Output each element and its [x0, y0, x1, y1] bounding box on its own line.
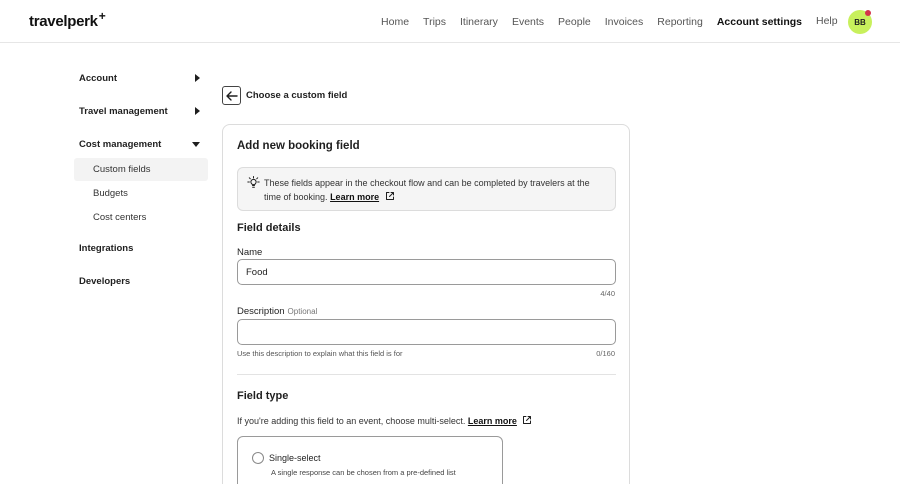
field-type-heading: Field type	[237, 390, 289, 402]
arrow-left-icon	[225, 90, 238, 101]
nav-invoices[interactable]: Invoices	[605, 16, 644, 28]
field-type-description: If you're adding this field to an event,…	[237, 415, 532, 426]
optional-tag: Optional	[287, 307, 318, 316]
nav-trips[interactable]: Trips	[423, 16, 446, 28]
logo-text: travelperk	[29, 13, 98, 30]
description-input[interactable]	[237, 319, 616, 345]
caret-down-icon	[192, 142, 200, 147]
info-banner: These fields appear in the checkout flow…	[237, 167, 616, 211]
back-button[interactable]	[222, 86, 241, 105]
name-char-counter: 4/40	[600, 289, 615, 298]
option-title: Single-select	[269, 453, 321, 463]
description-hint: Use this description to explain what thi…	[237, 349, 403, 358]
sidebar-item-integrations[interactable]: Integrations	[74, 234, 208, 262]
learn-more-link[interactable]: Learn more	[330, 192, 379, 202]
page-title: Add new booking field	[237, 140, 360, 152]
nav-home[interactable]: Home	[381, 16, 409, 28]
caret-right-icon	[195, 74, 200, 82]
sidebar-item-label: Account	[79, 72, 117, 84]
field-details-heading: Field details	[237, 222, 301, 234]
name-input[interactable]	[237, 259, 616, 285]
option-description: A single response can be chosen from a p…	[271, 468, 456, 477]
main-nav: Home Trips Itinerary Events People Invoi…	[381, 0, 802, 43]
lightbulb-icon	[247, 176, 260, 188]
sidebar-item-cost-management[interactable]: Cost management	[74, 130, 208, 158]
notification-dot	[865, 10, 871, 16]
nav-people[interactable]: People	[558, 16, 591, 28]
nav-events[interactable]: Events	[512, 16, 544, 28]
caret-right-icon	[195, 107, 200, 115]
external-link-icon	[385, 192, 394, 200]
nav-account-settings[interactable]: Account settings	[717, 16, 802, 28]
field-type-hint: If you're adding this field to an event,…	[237, 416, 466, 426]
sidebar-item-budgets[interactable]: Budgets	[74, 182, 208, 205]
field-type-learn-more-link[interactable]: Learn more	[468, 416, 517, 426]
description-char-counter: 0/160	[596, 349, 615, 358]
booking-field-form-card: Add new booking field These fields appea…	[222, 124, 630, 484]
sidebar-item-label: Integrations	[79, 242, 134, 254]
top-navigation-bar: travelperk+ Home Trips Itinerary Events …	[0, 0, 900, 43]
info-message: These fields appear in the checkout flow…	[264, 178, 590, 202]
nav-itinerary[interactable]: Itinerary	[460, 16, 498, 28]
sidebar-item-label: Travel management	[79, 105, 168, 117]
single-select-radio[interactable]	[252, 452, 264, 464]
sidebar-item-label: Developers	[79, 275, 131, 287]
description-label: Description Optional	[237, 306, 317, 317]
sidebar-item-label: Cost management	[79, 138, 162, 150]
name-label: Name	[237, 247, 263, 258]
nav-reporting[interactable]: Reporting	[657, 16, 703, 28]
sidebar-item-custom-fields[interactable]: Custom fields	[74, 158, 208, 181]
travelperk-logo[interactable]: travelperk+	[29, 9, 106, 30]
settings-sidebar: Account Travel management Cost managemen…	[74, 64, 208, 295]
sidebar-item-developers[interactable]: Developers	[74, 267, 208, 295]
sidebar-item-travel-management[interactable]: Travel management	[74, 97, 208, 125]
logo-plus-mark: +	[98, 9, 106, 23]
external-link-icon	[523, 416, 532, 424]
single-select-option[interactable]: Single-select A single response can be c…	[237, 436, 503, 484]
section-divider	[237, 374, 616, 375]
sidebar-item-account[interactable]: Account	[74, 64, 208, 92]
description-label-text: Description	[237, 306, 285, 317]
page-subtitle: Choose a custom field	[246, 90, 348, 101]
sidebar-item-cost-centers[interactable]: Cost centers	[74, 206, 208, 229]
info-banner-text: These fields appear in the checkout flow…	[264, 176, 609, 204]
nav-help[interactable]: Help	[816, 15, 838, 27]
